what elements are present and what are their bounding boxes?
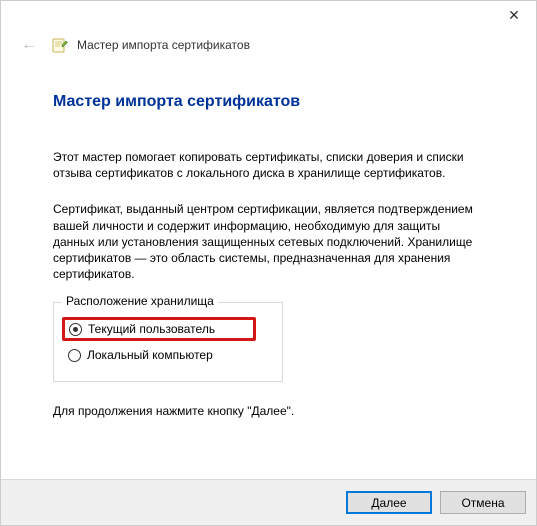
wizard-content: Мастер импорта сертификатов Этот мастер …: [1, 63, 536, 418]
radio-current-user[interactable]: Текущий пользователь: [62, 317, 256, 341]
storage-location-legend: Расположение хранилища: [62, 294, 218, 308]
wizard-footer: Далее Отмена: [1, 479, 536, 525]
close-icon: ✕: [508, 7, 520, 24]
cancel-button[interactable]: Отмена: [440, 491, 526, 514]
certificate-wizard-icon: [51, 36, 69, 54]
title-bar: ✕: [1, 1, 536, 31]
description-paragraph: Сертификат, выданный центром сертификаци…: [53, 201, 484, 282]
next-button[interactable]: Далее: [346, 491, 432, 514]
radio-label: Локальный компьютер: [87, 348, 213, 362]
continue-hint: Для продолжения нажмите кнопку "Далее".: [53, 404, 484, 418]
intro-paragraph: Этот мастер помогает копировать сертифик…: [53, 149, 484, 181]
page-title: Мастер импорта сертификатов: [53, 93, 484, 111]
radio-icon: [68, 349, 81, 362]
wizard-header-title: Мастер импорта сертификатов: [77, 38, 250, 52]
radio-icon: [69, 323, 82, 336]
wizard-header: ← Мастер импорта сертификатов: [1, 31, 536, 63]
back-arrow-icon[interactable]: ←: [15, 35, 43, 55]
close-button[interactable]: ✕: [492, 1, 536, 29]
radio-label: Текущий пользователь: [88, 322, 215, 336]
storage-location-group: Расположение хранилища Текущий пользоват…: [53, 302, 283, 382]
radio-local-computer[interactable]: Локальный компьютер: [66, 345, 270, 365]
